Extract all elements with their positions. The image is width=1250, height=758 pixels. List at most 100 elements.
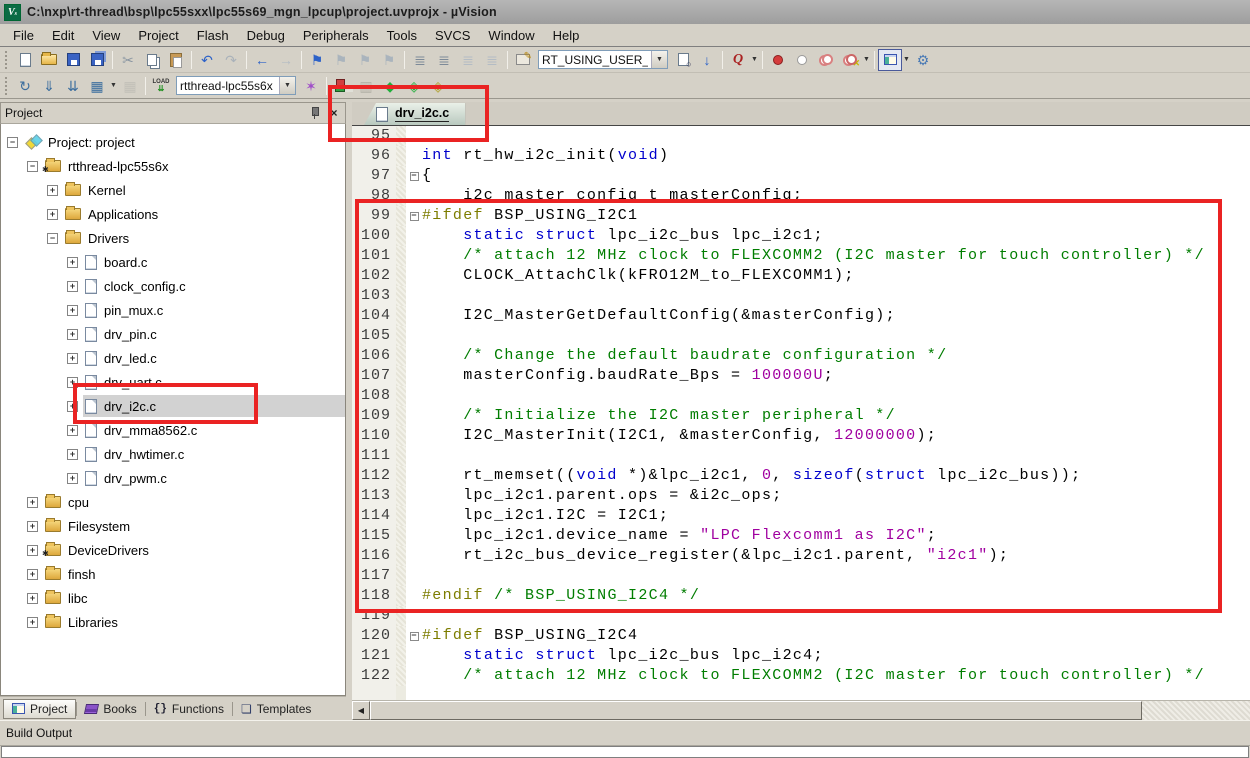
code-editor[interactable]: 9596int rt_hw_i2c_init(void)97−{98 i2c_m… — [352, 126, 1250, 700]
undo-button[interactable]: ↶ — [195, 49, 219, 71]
indent-button[interactable]: ≣ — [432, 49, 456, 71]
navigate-forward-button[interactable]: → — [274, 49, 298, 71]
bottom-tab-project[interactable]: Project — [3, 699, 76, 719]
tree-item-drivers[interactable]: −Drivers — [1, 226, 345, 250]
build-output-panel[interactable] — [1, 746, 1249, 758]
bottom-tab-templates[interactable]: ❏Templates — [233, 700, 319, 718]
rebuild-all-button[interactable]: ⇊ — [61, 75, 85, 97]
tree-item-kernel[interactable]: +Kernel — [1, 178, 345, 202]
fold-minus-icon[interactable]: − — [410, 632, 419, 641]
menu-file[interactable]: File — [4, 25, 43, 46]
tree-item-drv-led-c[interactable]: +drv_led.c — [1, 346, 345, 370]
tree-expander-icon[interactable]: − — [7, 137, 18, 148]
define-combo[interactable]: ▼ — [538, 50, 668, 69]
tree-item-libc[interactable]: +libc — [1, 586, 345, 610]
prev-bookmark-button[interactable]: ⚑ — [329, 49, 353, 71]
menu-project[interactable]: Project — [129, 25, 187, 46]
tree-item-board-c[interactable]: +board.c — [1, 250, 345, 274]
tree-expander-icon[interactable]: + — [27, 521, 38, 532]
options-for-target-button[interactable]: ✶ — [299, 75, 323, 97]
target-select-combo[interactable]: ▼ — [176, 76, 296, 95]
redo-button[interactable]: ↷ — [219, 49, 243, 71]
uncomment-selection-button[interactable]: ≣ — [480, 49, 504, 71]
menu-view[interactable]: View — [83, 25, 129, 46]
open-file-button[interactable] — [37, 49, 61, 71]
define-combo-value[interactable] — [539, 53, 651, 67]
tree-item-drv-mma8562-c[interactable]: +drv_mma8562.c — [1, 418, 345, 442]
tree-item-drv-pwm-c[interactable]: +drv_pwm.c — [1, 466, 345, 490]
chevron-down-icon[interactable]: ▼ — [109, 75, 118, 97]
navigate-back-button[interactable]: ← — [250, 49, 274, 71]
bottom-tab-functions[interactable]: {}Functions — [146, 700, 232, 718]
toggle-bookmark-button[interactable]: ⚑ — [305, 49, 329, 71]
tree-item-pin-mux-c[interactable]: +pin_mux.c — [1, 298, 345, 322]
tree-item-drv-hwtimer-c[interactable]: +drv_hwtimer.c — [1, 442, 345, 466]
tree-expander-icon[interactable]: − — [47, 233, 58, 244]
tree-expander-icon[interactable]: + — [67, 449, 78, 460]
tree-item-drv-i2c-c[interactable]: +drv_i2c.c — [1, 394, 345, 418]
save-button[interactable] — [61, 49, 85, 71]
menu-debug[interactable]: Debug — [238, 25, 294, 46]
paste-button[interactable] — [164, 49, 188, 71]
tree-expander-icon[interactable]: + — [47, 185, 58, 196]
batch-build-button[interactable]: ▦ — [85, 75, 109, 97]
enable-breakpoint-button[interactable] — [790, 49, 814, 71]
disable-all-breakpoints-button[interactable] — [814, 49, 838, 71]
fold-minus-icon[interactable]: − — [410, 212, 419, 221]
tree-item-drv-uart-c[interactable]: +drv_uart.c — [1, 370, 345, 394]
incremental-find-button[interactable]: ↓ — [695, 49, 719, 71]
pack-installer-button[interactable]: ◈ — [426, 75, 450, 97]
translate-file-button[interactable]: ↻ — [13, 75, 37, 97]
tree-item-cpu[interactable]: +cpu — [1, 490, 345, 514]
close-icon[interactable]: × — [327, 106, 341, 120]
tree-expander-icon[interactable]: + — [67, 305, 78, 316]
editor-hscrollbar[interactable]: ◀ — [352, 700, 1250, 720]
tree-expander-icon[interactable]: + — [67, 329, 78, 340]
tree-expander-icon[interactable]: + — [27, 617, 38, 628]
find-in-files-button[interactable] — [671, 49, 695, 71]
bottom-tab-books[interactable]: Books — [77, 700, 144, 718]
tree-item-applications[interactable]: +Applications — [1, 202, 345, 226]
file-extensions-button[interactable]: ▥ — [354, 75, 378, 97]
stop-build-button[interactable]: ▦ — [118, 75, 142, 97]
new-file-button[interactable] — [13, 49, 37, 71]
tree-item-filesystem[interactable]: +Filesystem — [1, 514, 345, 538]
menu-help[interactable]: Help — [544, 25, 589, 46]
tree-expander-icon[interactable]: + — [27, 545, 38, 556]
next-bookmark-button[interactable]: ⚑ — [353, 49, 377, 71]
chevron-down-icon[interactable]: ▼ — [862, 49, 871, 71]
cut-button[interactable]: ✂ — [116, 49, 140, 71]
find-text-button[interactable]: Q — [726, 49, 750, 71]
unindent-button[interactable]: ≣ — [408, 49, 432, 71]
scroll-left-arrow-icon[interactable]: ◀ — [352, 701, 370, 720]
tab-drv-i2c[interactable]: drv_i2c.c — [364, 103, 465, 125]
tree-expander-icon[interactable]: + — [67, 425, 78, 436]
download-flash-button[interactable]: LOAD⇊ — [149, 75, 173, 97]
tree-expander-icon[interactable]: + — [67, 257, 78, 268]
menu-tools[interactable]: Tools — [378, 25, 426, 46]
configure-wrench-button[interactable]: ⚙ — [911, 49, 935, 71]
scroll-track[interactable] — [1142, 701, 1250, 720]
menu-window[interactable]: Window — [479, 25, 543, 46]
copy-button[interactable] — [140, 49, 164, 71]
tree-expander-icon[interactable]: + — [67, 377, 78, 388]
kill-all-breakpoints-button[interactable]: ✕ — [838, 49, 862, 71]
clear-bookmarks-button[interactable]: ⚑ — [377, 49, 401, 71]
fold-minus-icon[interactable]: − — [410, 172, 419, 181]
manage-rte-button[interactable]: ◆ — [378, 75, 402, 97]
tree-item-finsh[interactable]: +finsh — [1, 562, 345, 586]
menu-svcs[interactable]: SVCS — [426, 25, 479, 46]
configure-flash-tools-button[interactable] — [511, 49, 535, 71]
tree-expander-icon[interactable]: + — [67, 401, 78, 412]
manage-project-items-button[interactable] — [330, 75, 354, 97]
menu-peripherals[interactable]: Peripherals — [294, 25, 378, 46]
chevron-down-icon[interactable]: ▼ — [750, 49, 759, 71]
tree-expander-icon[interactable]: + — [67, 353, 78, 364]
tree-item-libraries[interactable]: +Libraries — [1, 610, 345, 634]
scroll-thumb[interactable] — [370, 701, 1142, 720]
menu-flash[interactable]: Flash — [188, 25, 238, 46]
chevron-down-icon[interactable]: ▼ — [651, 51, 667, 68]
tree-item-devicedrivers[interactable]: +DeviceDrivers — [1, 538, 345, 562]
build-button[interactable]: ⇓ — [37, 75, 61, 97]
save-all-button[interactable] — [85, 49, 109, 71]
